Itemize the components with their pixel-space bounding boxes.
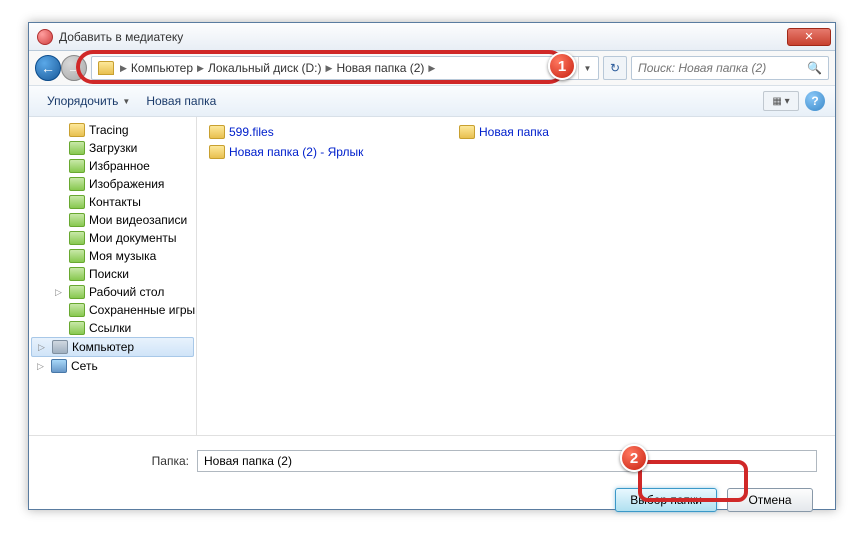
special-icon — [69, 321, 85, 335]
view-mode-button[interactable]: ▦ ▾ — [763, 91, 799, 111]
folder-tree[interactable]: Tracing Загрузки Избранное Изображения Конта… — [29, 117, 197, 435]
tree-item[interactable]: Изображения — [29, 175, 196, 193]
special-icon — [69, 159, 85, 173]
annotation-badge-1: 1 — [548, 52, 576, 80]
file-label: Новая папка (2) - Ярлык — [229, 145, 363, 159]
breadcrumb-item[interactable]: Локальный диск (D:) — [206, 61, 324, 75]
network-icon — [51, 359, 67, 373]
special-icon — [69, 213, 85, 227]
tree-item[interactable]: Ссылки — [29, 319, 196, 337]
tree-item[interactable]: ▷ Рабочий стол — [29, 283, 196, 301]
file-item[interactable]: 599.files — [207, 123, 437, 141]
expand-icon[interactable]: ▷ — [37, 361, 44, 372]
refresh-button[interactable]: ↻ — [603, 56, 627, 80]
new-folder-button[interactable]: Новая папка — [138, 90, 224, 112]
chevron-right-icon: ▶ — [326, 63, 333, 74]
tree-item[interactable]: Tracing — [29, 121, 196, 139]
file-item[interactable]: Новая папка — [457, 123, 687, 141]
tree-item[interactable]: Загрузки — [29, 139, 196, 157]
file-item[interactable]: Новая папка (2) - Ярлык — [207, 143, 437, 161]
organize-menu[interactable]: Упорядочить ▼ — [39, 90, 138, 112]
chevron-right-icon: ▶ — [428, 63, 435, 74]
special-icon — [69, 285, 85, 299]
tree-item-label: Tracing — [89, 123, 129, 137]
tree-item[interactable]: Сохраненные игры — [29, 301, 196, 319]
tree-item-label: Контакты — [89, 195, 141, 209]
titlebar[interactable]: Добавить в медиатеку ✕ — [29, 23, 835, 51]
folder-icon — [209, 125, 225, 139]
window-title: Добавить в медиатеку — [59, 30, 787, 44]
folder-name-input[interactable] — [197, 450, 817, 472]
chevron-right-icon: ▶ — [120, 63, 127, 74]
tree-item-label: Поиски — [89, 267, 129, 281]
tree-item-label: Компьютер — [72, 340, 134, 354]
close-button[interactable]: ✕ — [787, 28, 831, 46]
breadcrumb-item[interactable]: Новая папка (2) — [334, 61, 426, 75]
tree-item[interactable]: Контакты — [29, 193, 196, 211]
annotation-badge-2: 2 — [620, 444, 648, 472]
search-input[interactable] — [638, 61, 807, 75]
tree-item-label: Мои видеозаписи — [89, 213, 187, 227]
content-area: Tracing Загрузки Избранное Изображения Конта… — [29, 117, 835, 435]
tree-item[interactable]: ▷ Сеть — [29, 357, 196, 375]
expand-icon[interactable]: ▷ — [55, 287, 62, 298]
special-icon — [69, 267, 85, 281]
address-breadcrumb[interactable]: ▶ Компьютер ▶ Локальный диск (D:) ▶ Нова… — [91, 56, 599, 80]
special-icon — [69, 303, 85, 317]
navigation-bar: ← → ▶ Компьютер ▶ Локальный диск (D:) ▶ … — [29, 51, 835, 85]
file-label: Новая папка — [479, 125, 549, 139]
tree-item-label: Сеть — [71, 359, 98, 373]
folder-icon — [209, 145, 225, 159]
tree-item[interactable]: Поиски — [29, 265, 196, 283]
forward-button[interactable]: → — [61, 55, 87, 81]
tree-item-label: Избранное — [89, 159, 150, 173]
tree-item[interactable]: Моя музыка — [29, 247, 196, 265]
dialog-footer: Папка: Выбор папки Отмена — [29, 435, 835, 526]
expand-icon[interactable]: ▷ — [38, 342, 45, 353]
file-label: 599.files — [229, 125, 274, 139]
chevron-down-icon: ▼ — [122, 97, 130, 106]
help-button[interactable]: ? — [805, 91, 825, 111]
tree-item[interactable]: ▷ Компьютер — [31, 337, 194, 357]
chevron-right-icon: ▶ — [197, 63, 204, 74]
special-icon — [69, 177, 85, 191]
special-icon — [69, 141, 85, 155]
search-icon[interactable]: 🔍 — [807, 61, 822, 75]
tree-item-label: Ссылки — [89, 321, 131, 335]
file-list[interactable]: 599.files Новая папка Новая папка (2) - Яр… — [197, 117, 835, 435]
select-folder-button[interactable]: Выбор папки — [615, 488, 717, 512]
cancel-button[interactable]: Отмена — [727, 488, 813, 512]
folder-icon — [98, 61, 114, 75]
tree-item[interactable]: Мои документы — [29, 229, 196, 247]
tree-item[interactable]: Избранное — [29, 157, 196, 175]
special-icon — [69, 249, 85, 263]
tree-item-label: Изображения — [89, 177, 164, 191]
tree-item-label: Загрузки — [89, 141, 137, 155]
tree-item-label: Рабочий стол — [89, 285, 164, 299]
folder-field-label: Папка: — [47, 454, 189, 468]
app-icon — [37, 29, 53, 45]
tree-item-label: Моя музыка — [89, 249, 156, 263]
tree-item[interactable]: Мои видеозаписи — [29, 211, 196, 229]
toolbar: Упорядочить ▼ Новая папка ▦ ▾ ? — [29, 85, 835, 117]
folder-icon — [69, 123, 85, 137]
back-button[interactable]: ← — [35, 55, 61, 81]
breadcrumb-dropdown[interactable]: ▼ — [578, 57, 596, 79]
breadcrumb-item[interactable]: Компьютер — [129, 61, 195, 75]
special-icon — [69, 231, 85, 245]
folder-icon — [459, 125, 475, 139]
tree-item-label: Мои документы — [89, 231, 176, 245]
folder-picker-dialog: Добавить в медиатеку ✕ ← → ▶ Компьютер ▶… — [28, 22, 836, 510]
tree-item-label: Сохраненные игры — [89, 303, 195, 317]
computer-icon — [52, 340, 68, 354]
special-icon — [69, 195, 85, 209]
search-box[interactable]: 🔍 — [631, 56, 829, 80]
